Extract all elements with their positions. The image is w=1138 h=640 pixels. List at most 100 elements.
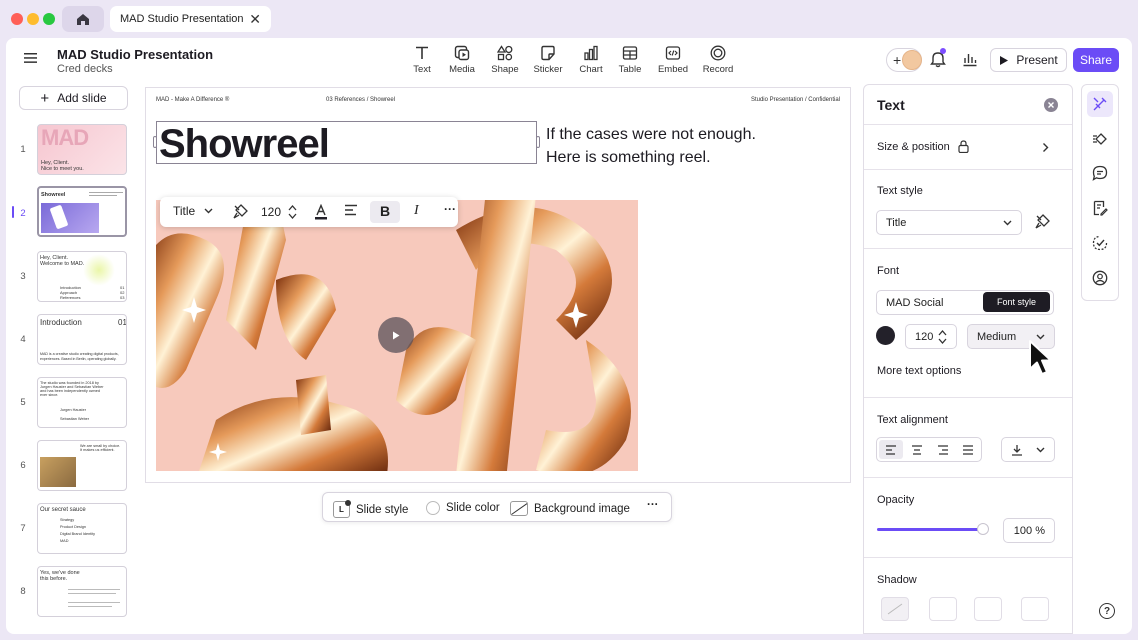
chevron-right-icon[interactable]	[1042, 142, 1049, 153]
thumb-text: 03	[120, 295, 125, 300]
thumb-line	[68, 593, 116, 594]
bold-button[interactable]: B	[380, 203, 390, 219]
font-size-input[interactable]: 120	[905, 324, 957, 349]
thumb-text: experiences. Based in Berlin, operating …	[40, 357, 117, 361]
maximize-window-button[interactable]	[43, 13, 55, 25]
design-panel-button[interactable]	[1087, 91, 1113, 117]
notes-panel-button[interactable]	[1087, 195, 1113, 221]
help-button[interactable]: ?	[1099, 603, 1115, 619]
close-window-button[interactable]	[11, 13, 23, 25]
profile-panel-button[interactable]	[1087, 265, 1113, 291]
thumb-text: Introduction	[40, 318, 82, 327]
close-tab-icon[interactable]: ✕	[249, 11, 261, 28]
record-tool-button[interactable]: Record	[696, 45, 740, 75]
align-center-button[interactable]	[905, 440, 929, 459]
slide-color-label: Slide color	[446, 502, 500, 514]
home-tab[interactable]	[62, 6, 104, 32]
current-slide[interactable]: MAD - Make A Difference ® 03 References …	[145, 87, 851, 483]
text-color-swatch[interactable]	[876, 326, 895, 345]
share-button[interactable]: Share	[1073, 48, 1119, 72]
minimize-window-button[interactable]	[27, 13, 39, 25]
comment-icon	[1092, 165, 1108, 181]
opacity-slider-handle[interactable]	[977, 523, 989, 535]
shadow-medium-option[interactable]	[974, 597, 1002, 621]
more-options-button[interactable]: ···	[647, 499, 659, 511]
text-style-dropdown[interactable]: Title	[173, 204, 213, 218]
comments-panel-button[interactable]	[1087, 160, 1113, 186]
present-button[interactable]: Present	[990, 48, 1067, 72]
opacity-slider-track[interactable]	[877, 528, 983, 531]
stepper-arrows-icon[interactable]	[938, 329, 947, 345]
resize-handle-left[interactable]	[153, 136, 157, 148]
slide-thumbnail-3[interactable]: Hey, Client. Welcome to MAD. Introductio…	[37, 251, 127, 302]
more-text-options-link[interactable]: More text options	[877, 365, 961, 377]
font-size-value: 120	[915, 330, 934, 343]
slide-thumbnail-5[interactable]: The studio was founded in 2018 by Jurgen…	[37, 377, 127, 428]
slide-thumbnail-1[interactable]: MAD Hey, Client. Nice to meet you.	[37, 124, 127, 175]
slide-thumbnail-8[interactable]: Yes, we've done this before.	[37, 566, 127, 617]
chevron-down-icon	[204, 208, 213, 214]
align-justify-button[interactable]	[956, 440, 980, 459]
slide-thumbnail-4[interactable]: Introduction 01 MAD is a creative studio…	[37, 314, 127, 365]
media-tool-button[interactable]: Media	[440, 45, 484, 75]
resize-handle-right[interactable]	[536, 136, 540, 148]
stepper-arrows-icon[interactable]	[288, 204, 297, 220]
browser-tab-title: MAD Studio Presentation	[120, 13, 244, 25]
title-text-box[interactable]: Showreel	[153, 121, 540, 167]
embed-tool-button[interactable]: Embed	[651, 45, 695, 75]
slide-color-button[interactable]: Slide color	[426, 501, 500, 515]
italic-button[interactable]: I	[414, 203, 419, 219]
slide-body-text[interactable]: If the cases were not enough. Here is so…	[546, 123, 806, 169]
style-painter-button[interactable]	[233, 204, 248, 219]
browser-tab[interactable]: MAD Studio Presentation ✕	[110, 6, 271, 32]
vertical-align-select[interactable]	[1001, 437, 1055, 462]
menu-icon[interactable]	[24, 52, 38, 64]
chart-tool-button[interactable]: Chart	[569, 45, 613, 75]
more-options-button[interactable]: ···	[444, 202, 456, 216]
tool-label: Media	[449, 64, 475, 75]
app-window: MAD Studio Presentation Cred decks Text …	[6, 38, 1132, 634]
play-video-button[interactable]	[378, 317, 414, 353]
checklist-panel-button[interactable]	[1087, 230, 1113, 256]
add-slide-button[interactable]: + Add slide	[19, 86, 128, 110]
shadow-none-option[interactable]	[881, 597, 909, 621]
shadow-large-option[interactable]	[1021, 597, 1049, 621]
document-title[interactable]: MAD Studio Presentation	[57, 47, 213, 62]
paint-brush-icon[interactable]	[1035, 214, 1050, 229]
sticker-icon	[541, 45, 555, 61]
background-image-button[interactable]: Background image	[510, 501, 630, 516]
slide-style-icon: L	[333, 500, 351, 518]
document-folder[interactable]: Cred decks	[57, 63, 113, 75]
thumb-line	[68, 589, 120, 590]
align-left-button[interactable]	[344, 204, 358, 216]
sticker-tool-button[interactable]: Sticker	[526, 45, 570, 75]
panel-title: Text	[877, 97, 905, 113]
font-style-tooltip: Font style	[983, 292, 1050, 312]
shadow-small-option[interactable]	[929, 597, 957, 621]
slide-number: 4	[20, 334, 26, 345]
opacity-input[interactable]: 100 %	[1003, 518, 1055, 543]
text-color-button[interactable]	[314, 204, 328, 220]
present-label: Present	[1016, 53, 1058, 67]
avatar[interactable]	[902, 50, 922, 70]
font-size-stepper[interactable]: 120	[261, 204, 297, 220]
slide-thumbnail-7[interactable]: Our secret sauce Strategy Product Design…	[37, 503, 127, 554]
animations-panel-button[interactable]	[1087, 126, 1113, 152]
text-style-select[interactable]: Title	[876, 210, 1022, 235]
tool-label: Text	[413, 64, 431, 75]
shape-tool-button[interactable]: Shape	[483, 45, 527, 75]
slide-thumbnail-2[interactable]: Showreel	[37, 186, 127, 237]
active-slide-indicator	[12, 206, 14, 218]
slide-style-button[interactable]: L Slide style	[333, 500, 408, 518]
slide-title[interactable]: Showreel	[159, 122, 330, 167]
showreel-video[interactable]	[156, 200, 638, 471]
size-position-row[interactable]: Size & position	[877, 140, 969, 153]
slide-thumbnail-6[interactable]: We are small by choice. It makes us effi…	[37, 440, 127, 491]
close-panel-button[interactable]	[1044, 98, 1058, 112]
align-right-button[interactable]	[931, 440, 955, 459]
table-tool-button[interactable]: Table	[608, 45, 652, 75]
text-tool-button[interactable]: Text	[400, 45, 444, 75]
analytics-icon[interactable]	[962, 51, 978, 67]
align-left-button[interactable]	[879, 440, 903, 459]
slide-canvas[interactable]: MAD - Make A Difference ® 03 References …	[144, 84, 852, 634]
